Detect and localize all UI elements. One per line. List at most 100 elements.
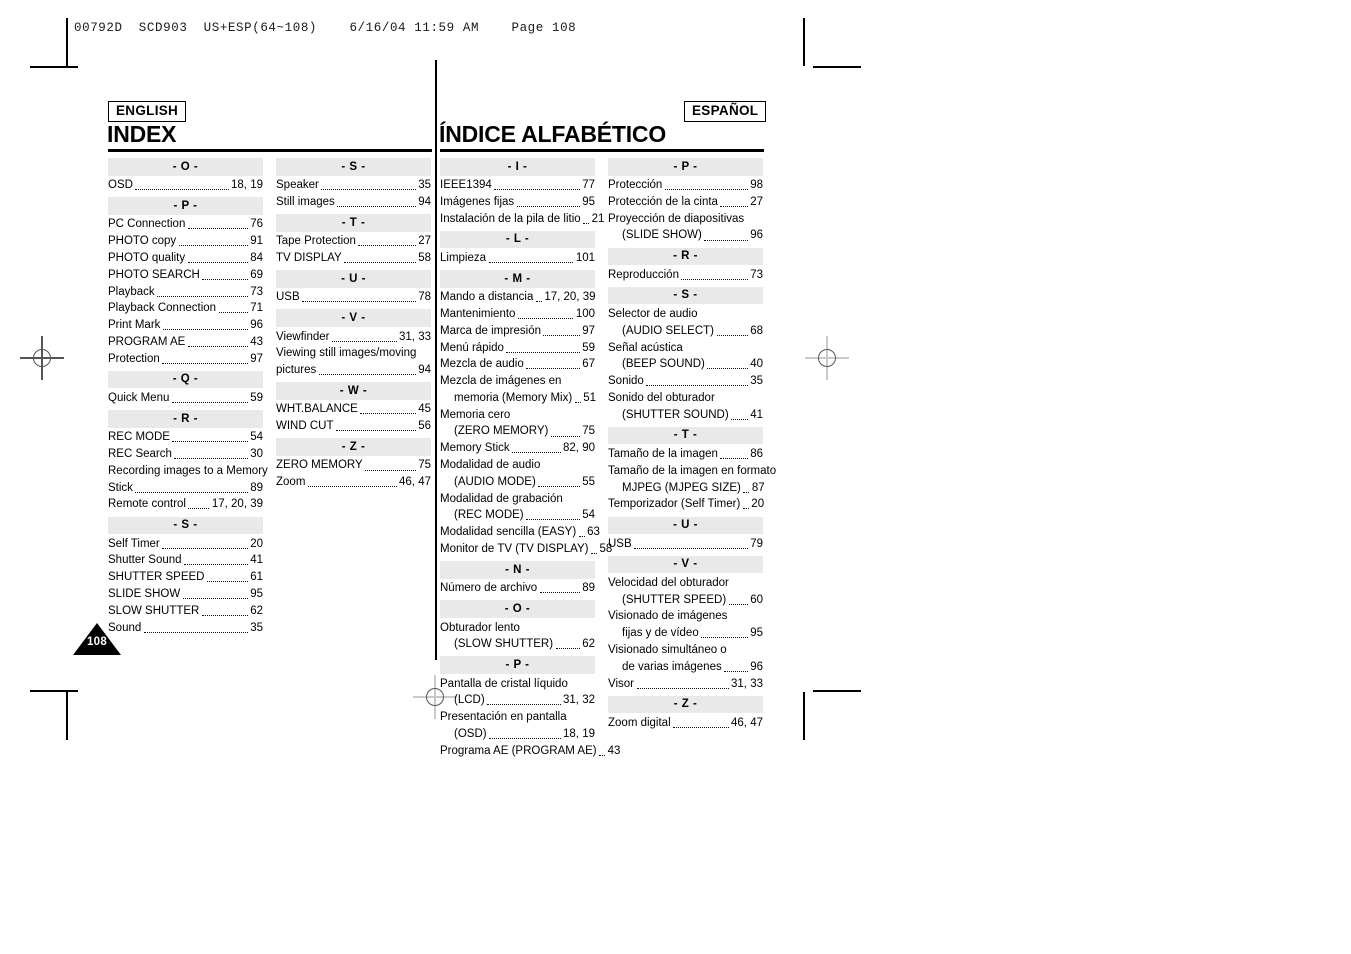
index-entry[interactable]: Protección de la cinta 27	[608, 194, 763, 211]
index-entry-name: (OSD)	[454, 727, 487, 740]
index-entry[interactable]: PHOTO quality 84	[108, 250, 263, 267]
index-entry[interactable]: Viewfinder 31, 33	[276, 329, 431, 346]
index-entry[interactable]: pictures 94	[276, 362, 431, 379]
index-entry[interactable]: memoria (Memory Mix) 51	[440, 390, 596, 407]
index-entry[interactable]: Imágenes fijas 95	[440, 194, 595, 211]
index-entry[interactable]: (BEEP SOUND) 40	[608, 357, 763, 374]
index-entry[interactable]: Sonido 35	[608, 374, 763, 391]
index-entry-leader-dots	[681, 278, 748, 280]
index-entry[interactable]: MJPEG (MJPEG SIZE) 87	[608, 480, 765, 497]
index-entry[interactable]: WIND CUT 56	[276, 419, 431, 436]
index-entry[interactable]: Protection 97	[108, 351, 263, 368]
index-entry[interactable]: Modalidad sencilla (EASY) 63	[440, 525, 600, 542]
index-entry-name: REC Search	[108, 447, 172, 460]
index-entry[interactable]: Memory Stick 82, 90	[440, 441, 595, 458]
index-entry[interactable]: Zoom 46, 47	[276, 475, 431, 492]
index-entry[interactable]: de varias imágenes 96	[608, 659, 763, 676]
index-entry[interactable]: Still images 94	[276, 194, 431, 211]
index-entry[interactable]: Speaker 35	[276, 178, 431, 195]
index-entry[interactable]: REC MODE 54	[108, 430, 263, 447]
index-entry[interactable]: Marca de impresión 97	[440, 323, 595, 340]
index-entry[interactable]: SLIDE SHOW 95	[108, 586, 263, 603]
index-entry[interactable]: Stick 89	[108, 480, 263, 497]
index-entry-page: 67	[582, 358, 595, 371]
index-entry[interactable]: Print Mark 96	[108, 317, 263, 334]
index-entry[interactable]: Limpieza 101	[440, 250, 595, 267]
index-entry[interactable]: Tape Protection 27	[276, 234, 431, 251]
index-entry[interactable]: (REC MODE) 54	[440, 508, 595, 525]
index-entry[interactable]: SHUTTER SPEED 61	[108, 570, 263, 587]
index-entry[interactable]: (LCD) 31, 32	[440, 693, 595, 710]
index-entry[interactable]: Zoom digital 46, 47	[608, 715, 763, 732]
crop-mark-bottom-right-horizontal	[813, 690, 861, 692]
crop-mark-bottom-right-vertical	[803, 692, 805, 740]
index-entry[interactable]: Mezcla de audio 67	[440, 357, 595, 374]
index-entry[interactable]: Reproducción 73	[608, 267, 763, 284]
index-entry-page: 91	[250, 235, 263, 248]
index-entry-wrapped-line: Viewing still images/moving	[276, 347, 417, 360]
index-entry[interactable]: (AUDIO MODE) 55	[440, 474, 595, 491]
index-entry[interactable]: fijas y de vídeo 95	[608, 626, 763, 643]
index-entry[interactable]: Programa AE (PROGRAM AE) 43	[440, 743, 620, 760]
index-entry[interactable]: (ZERO MEMORY) 75	[440, 424, 595, 441]
index-entry[interactable]: Quick Menu 59	[108, 390, 263, 407]
index-entry[interactable]: OSD 18, 19	[108, 178, 263, 195]
index-entry[interactable]: WHT.BALANCE 45	[276, 402, 431, 419]
index-entry-page: 63	[587, 526, 600, 539]
index-entry-page: 35	[250, 621, 263, 634]
index-entry[interactable]: PROGRAM AE 43	[108, 334, 263, 351]
index-entry[interactable]: Temporizador (Self Timer) 20	[608, 497, 764, 514]
index-entry[interactable]: Número de archivo 89	[440, 581, 595, 598]
index-entry[interactable]: (SHUTTER SOUND) 41	[608, 407, 763, 424]
index-entry[interactable]: PHOTO copy 91	[108, 234, 263, 251]
index-entry[interactable]: SLOW SHUTTER 62	[108, 603, 263, 620]
index-entry-name: Protection	[108, 352, 160, 365]
index-entry[interactable]: Mando a distancia 17, 20, 39	[440, 290, 596, 307]
index-section-header: - V -	[276, 309, 431, 327]
index-entry-leader-dots	[704, 239, 748, 241]
index-entry[interactable]: (SHUTTER SPEED) 60	[608, 592, 763, 609]
index-entry[interactable]: Menú rápido 59	[440, 340, 595, 357]
index-entry-wrapped-line: Visionado simultáneo o	[608, 644, 727, 656]
index-entry-name: USB	[608, 537, 632, 550]
index-section-header: - N -	[440, 561, 595, 579]
index-entry-leader-dots	[701, 636, 748, 639]
index-entry[interactable]: Instalación de la pila de litio 21	[440, 211, 604, 228]
index-section-header: - R -	[108, 410, 263, 428]
index-entry[interactable]: ZERO MEMORY 75	[276, 458, 431, 475]
index-entry-leader-dots	[494, 188, 580, 191]
index-entry[interactable]: USB 78	[276, 290, 431, 307]
index-entry[interactable]: PC Connection 76	[108, 217, 263, 234]
index-entry[interactable]: PHOTO SEARCH 69	[108, 267, 263, 284]
index-entry-name: Instalación de la pila de litio	[440, 212, 581, 225]
index-entry[interactable]: (AUDIO SELECT) 68	[608, 323, 763, 340]
index-entry[interactable]: Tamaño de la imagen 86	[608, 446, 763, 463]
index-entry[interactable]: Playback Connection 71	[108, 301, 263, 318]
index-section-header: - P -	[608, 158, 763, 176]
index-section-header: - U -	[608, 516, 763, 534]
index-entry[interactable]: Visor 31, 33	[608, 676, 763, 693]
index-entry[interactable]: Playback 73	[108, 284, 263, 301]
index-entry[interactable]: (OSD) 18, 19	[440, 726, 595, 743]
index-entry[interactable]: Shutter Sound 41	[108, 553, 263, 570]
index-entry[interactable]: USB 79	[608, 536, 763, 553]
index-entry-name: IEEE1394	[440, 179, 492, 192]
index-entry-page: 62	[582, 638, 595, 651]
index-entry[interactable]: Protección 98	[608, 178, 763, 195]
index-entry[interactable]: IEEE1394 77	[440, 178, 595, 195]
index-entry-name: REC MODE	[108, 431, 170, 444]
index-entry-page: 31, 33	[399, 330, 431, 343]
index-entry-page: 30	[250, 447, 263, 460]
index-entry-wrapped-line: Tamaño de la imagen en formato	[608, 464, 777, 477]
index-entry[interactable]: Monitor de TV (TV DISPLAY) 58	[440, 541, 612, 558]
index-entry[interactable]: (SLIDE SHOW) 96	[608, 228, 763, 245]
index-entry[interactable]: (SLOW SHUTTER) 62	[440, 637, 595, 654]
index-entry-name: Protección de la cinta	[608, 195, 718, 208]
index-entry[interactable]: Remote control 17, 20, 39	[108, 497, 263, 514]
index-entry[interactable]: Mantenimiento 100	[440, 306, 595, 323]
index-entry[interactable]: REC Search 30	[108, 446, 263, 463]
index-entry[interactable]: Self Timer 20	[108, 536, 263, 553]
index-entry[interactable]: Sound 35	[108, 620, 263, 637]
index-entry[interactable]: TV DISPLAY 58	[276, 250, 431, 267]
index-entry-leader-dots	[590, 552, 597, 555]
